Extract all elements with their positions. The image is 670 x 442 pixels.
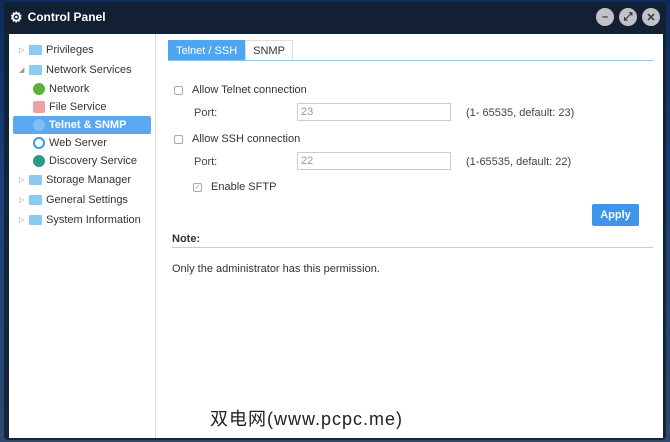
sidebar-item-general-settings[interactable]: ▷ General Settings: [13, 190, 151, 210]
sidebar: ▷ Privileges ◢ Network Services Network Fi…: [9, 34, 156, 438]
sftp-label: Enable SFTP: [211, 181, 277, 193]
sidebar-item-label: Privileges: [46, 44, 94, 56]
sidebar-item-web-server[interactable]: Web Server: [13, 134, 151, 152]
note-title: Note:: [172, 233, 201, 245]
ssh-port-hint: (1-65535, default: 22): [466, 156, 572, 168]
maximize-button[interactable]: ⤢: [619, 8, 637, 26]
sidebar-item-label: File Service: [49, 101, 107, 113]
expand-arrow-icon[interactable]: ▷: [19, 176, 29, 184]
sidebar-item-label: Discovery Service: [49, 155, 138, 167]
expand-arrow-icon[interactable]: ▷: [19, 46, 29, 54]
sidebar-item-label: Telnet & SNMP: [49, 119, 127, 131]
close-button[interactable]: ✕: [642, 8, 660, 26]
telnet-icon: [33, 119, 45, 131]
folder-icon: [29, 45, 42, 55]
discovery-icon: [33, 155, 45, 167]
sidebar-item-discovery-service[interactable]: Discovery Service: [13, 152, 151, 170]
sidebar-item-privileges[interactable]: ▷ Privileges: [13, 40, 151, 60]
telnet-port-label: Port:: [194, 107, 218, 119]
apply-button[interactable]: Apply: [592, 204, 639, 226]
folder-icon: [29, 195, 42, 205]
folder-icon: [29, 175, 42, 185]
file-service-icon: [33, 101, 45, 113]
sidebar-item-system-information[interactable]: ▷ System Information: [13, 210, 151, 230]
tab-telnet-ssh[interactable]: Telnet / SSH: [168, 40, 246, 60]
gear-icon: ⚙: [10, 8, 23, 25]
telnet-port-input[interactable]: 23: [297, 103, 451, 121]
ssh-port-label: Port:: [194, 156, 218, 168]
watermark: 双电网(www.pcpc.me): [210, 409, 404, 429]
sidebar-item-telnet-snmp[interactable]: Telnet & SNMP: [13, 116, 151, 134]
window-title: Control Panel: [27, 10, 106, 24]
expand-arrow-icon[interactable]: ▷: [19, 196, 29, 204]
telnet-checkbox[interactable]: [174, 85, 183, 95]
collapse-arrow-icon[interactable]: ◢: [19, 66, 29, 74]
title-bar[interactable]: ⚙ Control Panel: [4, 2, 666, 32]
expand-arrow-icon[interactable]: ▷: [19, 216, 29, 224]
sidebar-item-label: General Settings: [46, 194, 128, 206]
minimize-button[interactable]: –: [596, 8, 614, 26]
ssh-checkbox[interactable]: [174, 134, 183, 144]
telnet-label: Allow Telnet connection: [192, 84, 307, 96]
folder-icon: [29, 65, 42, 75]
ssh-label: Allow SSH connection: [192, 133, 301, 145]
globe-icon: [33, 83, 45, 95]
sidebar-item-file-service[interactable]: File Service: [13, 98, 151, 116]
sidebar-item-label: Web Server: [49, 137, 107, 149]
sidebar-item-label: Network: [49, 83, 90, 95]
sftp-checkbox[interactable]: ✓: [193, 182, 202, 192]
main-panel: Telnet / SSH SNMP Allow Telnet connectio…: [156, 34, 663, 438]
divider: [172, 247, 653, 248]
sidebar-item-network[interactable]: Network: [13, 80, 151, 98]
sidebar-item-storage-manager[interactable]: ▷ Storage Manager: [13, 170, 151, 190]
sidebar-item-label: Storage Manager: [46, 174, 131, 186]
folder-icon: [29, 215, 42, 225]
web-server-icon: [33, 137, 45, 149]
tab-snmp[interactable]: SNMP: [245, 40, 293, 60]
control-panel-window: ⚙ Control Panel – ⤢ ✕ ▷ Privileges ◢ Netwo…: [4, 2, 666, 440]
sidebar-item-label: System Information: [46, 214, 141, 226]
note-text: Only the administrator has this permissi…: [172, 263, 380, 275]
sidebar-item-label: Network Services: [46, 64, 132, 76]
telnet-port-hint: (1- 65535, default: 23): [466, 107, 575, 119]
ssh-port-input[interactable]: 22: [297, 152, 451, 170]
sidebar-item-network-services[interactable]: ◢ Network Services: [13, 60, 151, 80]
